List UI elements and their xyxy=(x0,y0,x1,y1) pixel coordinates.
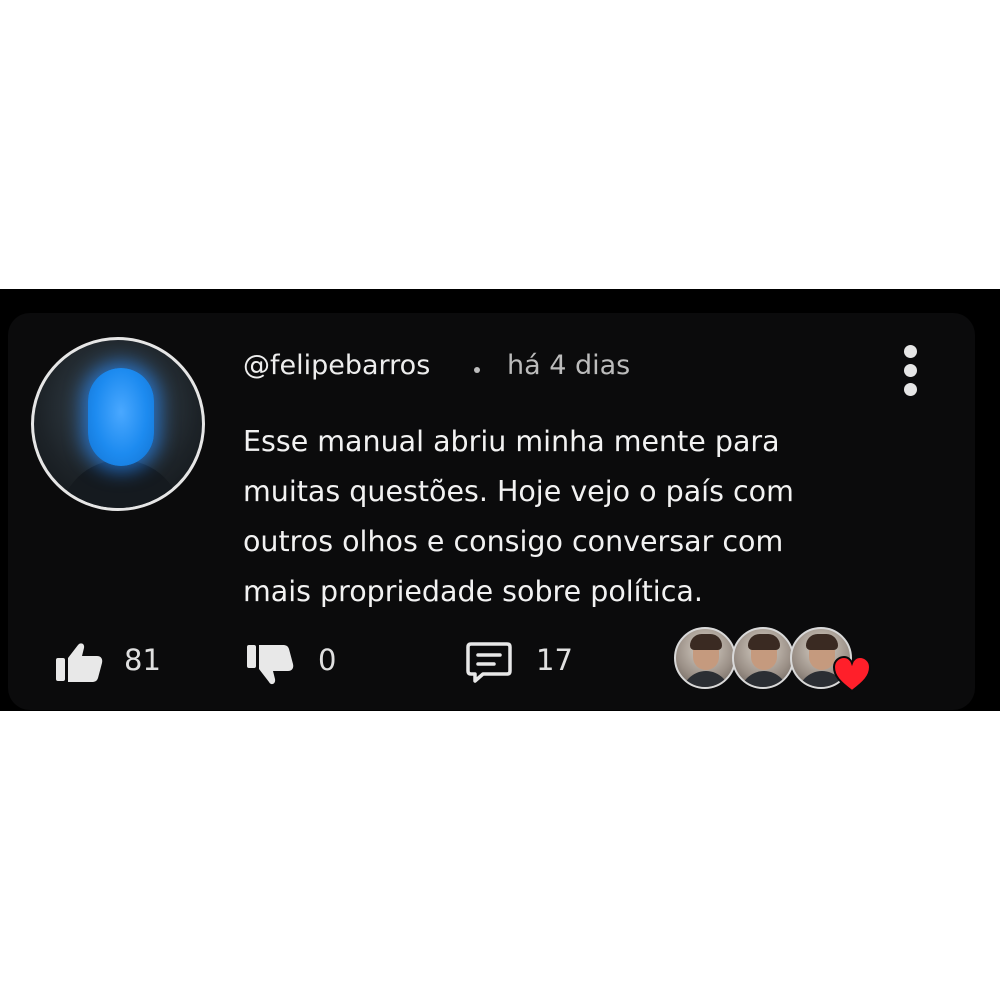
comment-line: outros olhos e consigo conversar com xyxy=(243,525,784,558)
dislike-button[interactable] xyxy=(245,643,295,687)
username[interactable]: @felipebarros xyxy=(243,350,430,381)
timestamp: há 4 dias xyxy=(507,350,631,381)
more-options-icon[interactable] xyxy=(896,340,926,400)
reactor-shirt xyxy=(682,671,730,687)
reply-icon xyxy=(466,642,512,683)
comment-line: muitas questões. Hoje vejo o país com xyxy=(243,475,794,508)
reactor-avatar xyxy=(674,627,736,689)
like-button[interactable] xyxy=(54,641,104,683)
more-dot xyxy=(904,364,917,377)
reply-count: 17 xyxy=(536,643,573,677)
reply-button[interactable] xyxy=(466,640,512,684)
avatar-shoulders xyxy=(60,460,182,508)
reactor-hair xyxy=(748,634,780,650)
comment-line: Esse manual abriu minha mente para xyxy=(243,425,780,458)
heart-icon xyxy=(832,655,872,693)
separator-dot xyxy=(474,367,480,373)
more-dot xyxy=(904,383,917,396)
more-dot xyxy=(904,345,917,358)
comment-text: Esse manual abriu minha mente para muita… xyxy=(243,417,883,617)
reactor-avatars[interactable] xyxy=(674,627,874,697)
dislike-count: 0 xyxy=(318,643,337,677)
thumbs-down-icon xyxy=(247,645,294,685)
reactor-hair xyxy=(690,634,722,650)
like-count: 81 xyxy=(124,643,161,677)
reactor-avatar xyxy=(732,627,794,689)
reactor-shirt xyxy=(740,671,788,687)
thumbs-up-icon xyxy=(56,643,103,682)
avatar[interactable] xyxy=(31,337,205,511)
comment-line: mais propriedade sobre política. xyxy=(243,575,703,608)
reactor-hair xyxy=(806,634,838,650)
blurred-face xyxy=(88,368,154,466)
